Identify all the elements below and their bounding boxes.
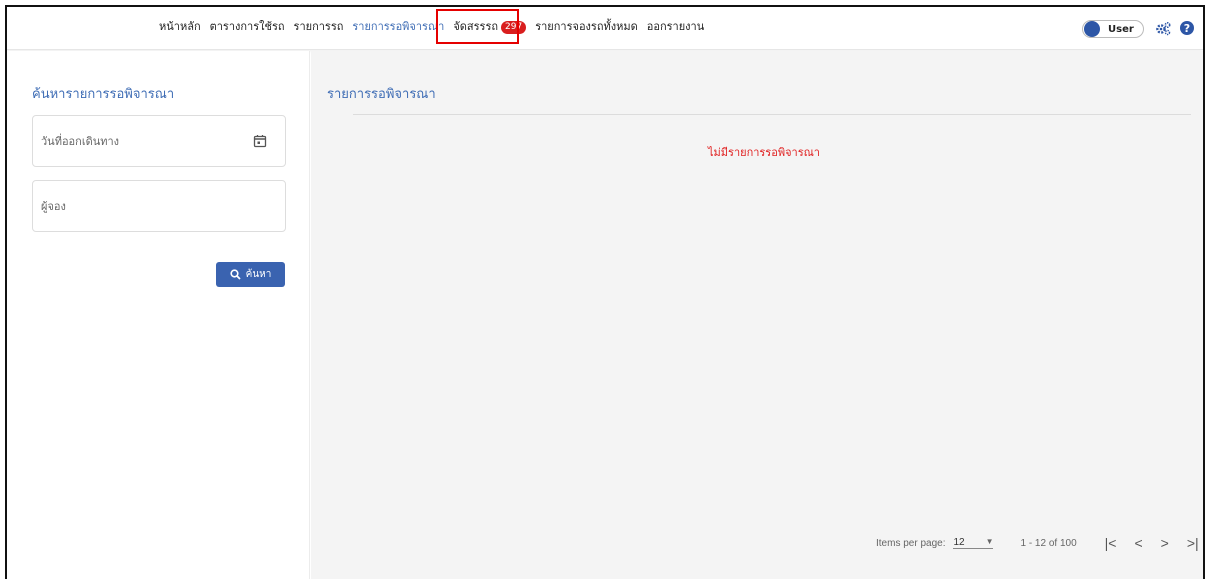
toggle-knob bbox=[1084, 21, 1100, 37]
last-page-icon[interactable]: >| bbox=[1187, 535, 1199, 551]
nav-item-reports[interactable]: ออกรายงาน bbox=[647, 20, 704, 34]
booker-field bbox=[32, 180, 286, 232]
app-frame: หน้าหลัก ตารางการใช้รถ รายการรถ รายการรอ… bbox=[5, 5, 1205, 579]
booker-input[interactable] bbox=[41, 181, 241, 231]
user-toggle-label: User bbox=[1108, 23, 1134, 35]
departure-date-input[interactable] bbox=[41, 116, 241, 166]
nav-item-home[interactable]: หน้าหลัก bbox=[159, 20, 201, 34]
nav-item-vehicles[interactable]: รายการรถ bbox=[294, 20, 344, 34]
next-page-icon[interactable]: > bbox=[1161, 535, 1169, 551]
search-sidebar: ค้นหารายการรอพิจารณา ค้นหา bbox=[7, 51, 310, 579]
nav-item-schedule[interactable]: ตารางการใช้รถ bbox=[210, 20, 285, 34]
items-per-page-label: Items per page: bbox=[876, 537, 946, 549]
search-button-label: ค้นหา bbox=[245, 269, 272, 280]
previous-page-icon[interactable]: < bbox=[1134, 535, 1142, 551]
items-per-page-select[interactable]: 12 ▼ bbox=[953, 537, 994, 549]
search-button[interactable]: ค้นหา bbox=[216, 262, 285, 287]
items-per-page-value: 12 bbox=[953, 537, 965, 548]
calendar-icon[interactable] bbox=[253, 133, 267, 148]
nav-item-pending[interactable]: รายการรอพิจารณา bbox=[352, 20, 444, 34]
title-divider bbox=[353, 114, 1191, 115]
top-navbar: หน้าหลัก ตารางการใช้รถ รายการรถ รายการรอ… bbox=[7, 7, 1203, 50]
page-range-label: 1 - 12 of 100 bbox=[1020, 537, 1077, 549]
main-panel: รายการรอพิจารณา ไม่มีรายการรอพิจารณา Ite… bbox=[311, 51, 1203, 579]
first-page-icon[interactable]: |< bbox=[1105, 535, 1117, 551]
svg-text:?: ? bbox=[1184, 22, 1190, 35]
departure-date-field bbox=[32, 115, 286, 167]
dropdown-arrow-icon: ▼ bbox=[985, 537, 994, 546]
page-title: รายการรอพิจารณา bbox=[327, 87, 436, 102]
nav-item-all-bookings[interactable]: รายการจองรถทั้งหมด bbox=[535, 20, 638, 34]
empty-state-message: ไม่มีรายการรอพิจารณา bbox=[708, 146, 820, 159]
search-icon bbox=[230, 269, 241, 280]
nav-highlight-box bbox=[436, 9, 519, 44]
paginator: Items per page: 12 ▼ 1 - 12 of 100 |< < … bbox=[876, 535, 1199, 551]
user-role-toggle[interactable]: User bbox=[1082, 20, 1144, 38]
help-icon[interactable]: ? bbox=[1179, 20, 1197, 38]
sidebar-title: ค้นหารายการรอพิจารณา bbox=[32, 87, 175, 102]
gears-icon[interactable] bbox=[1154, 20, 1172, 38]
